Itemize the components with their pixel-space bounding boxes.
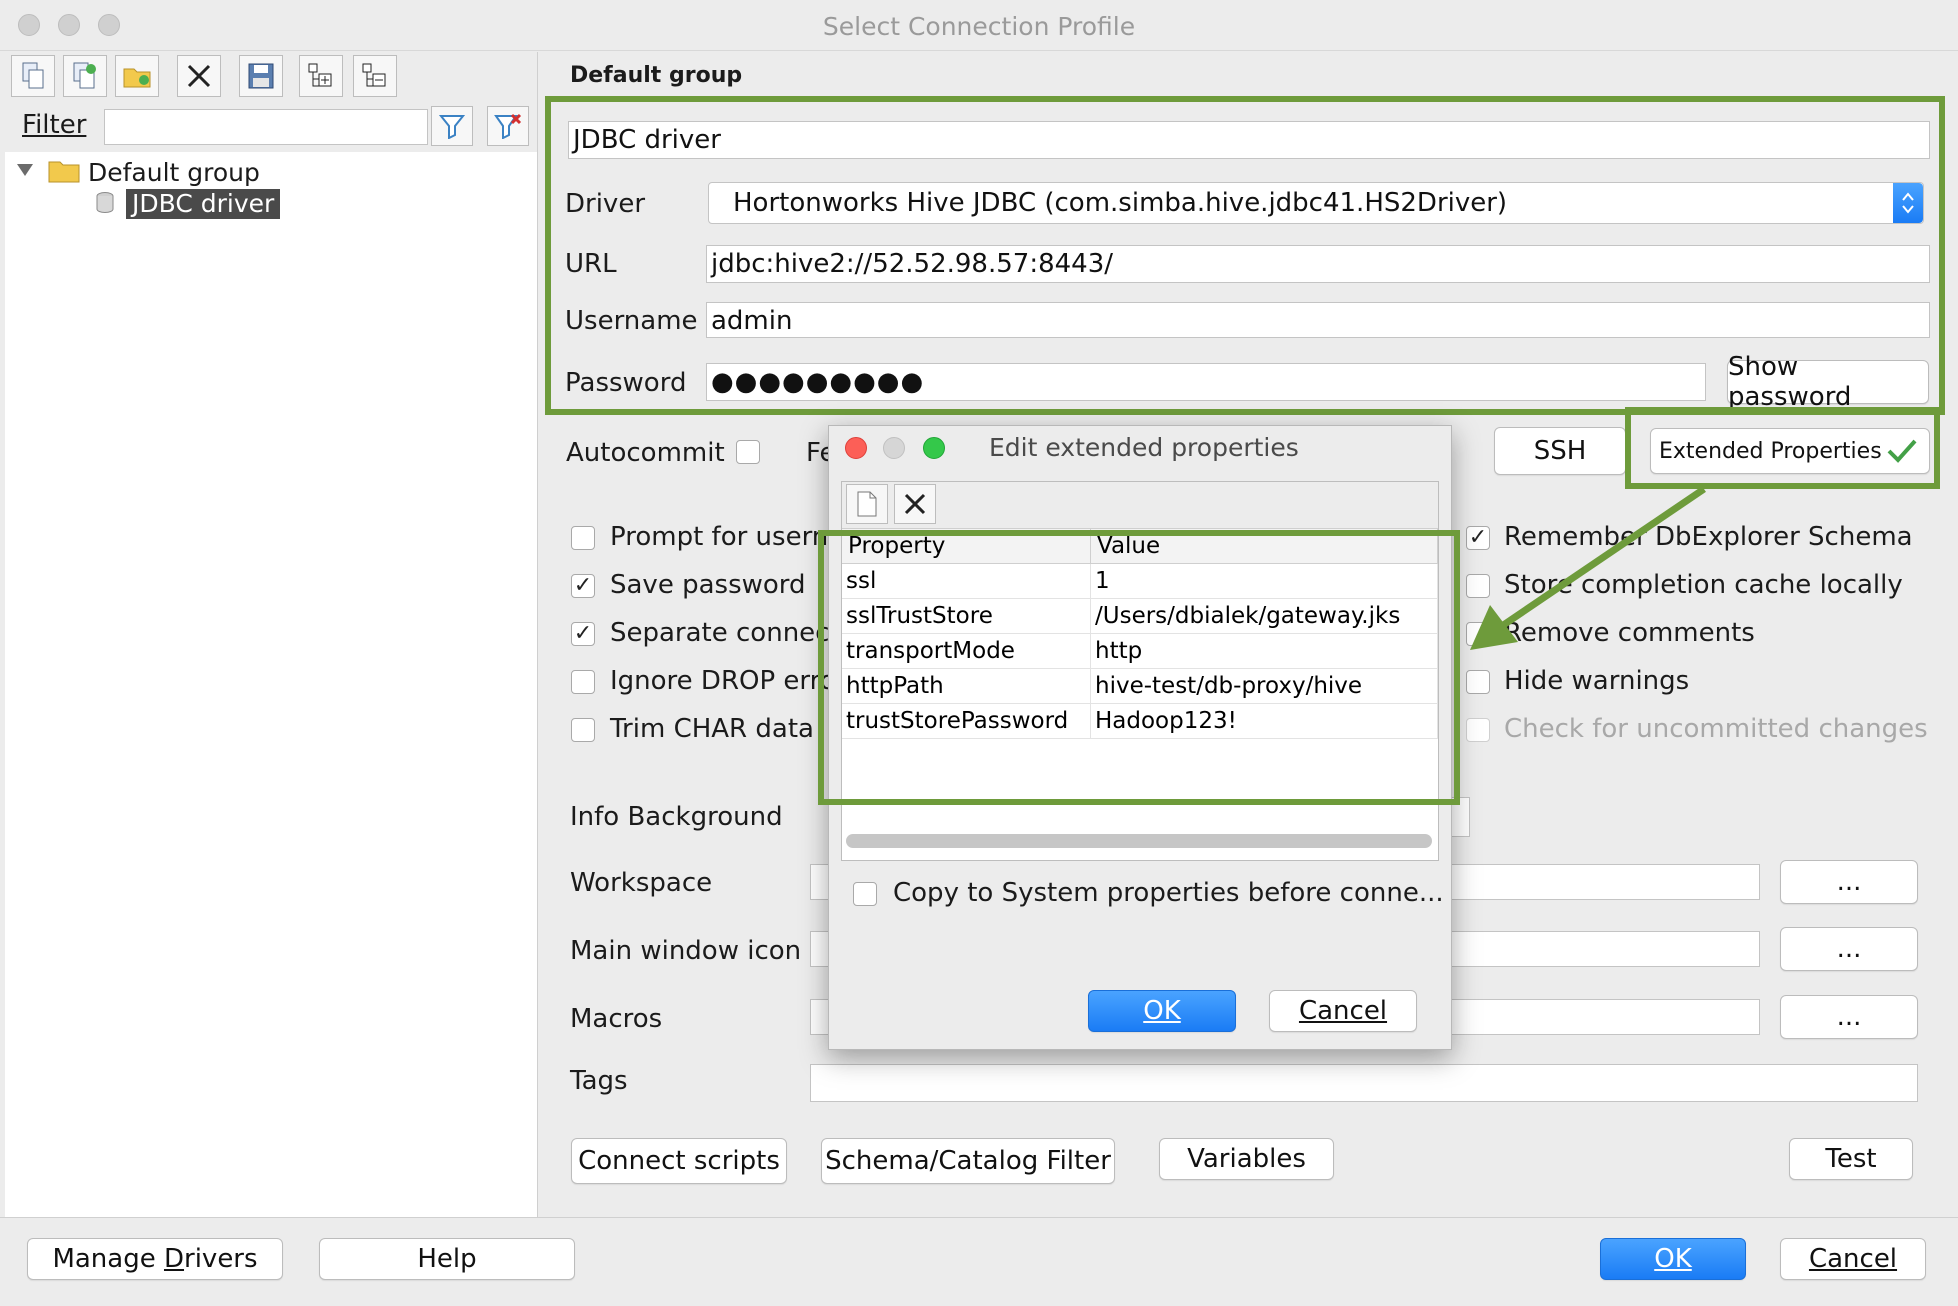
select-connection-profile-window: Select Connection Profile Filter Default… (0, 0, 1958, 1306)
annotation-arrow-icon (1470, 486, 1706, 650)
